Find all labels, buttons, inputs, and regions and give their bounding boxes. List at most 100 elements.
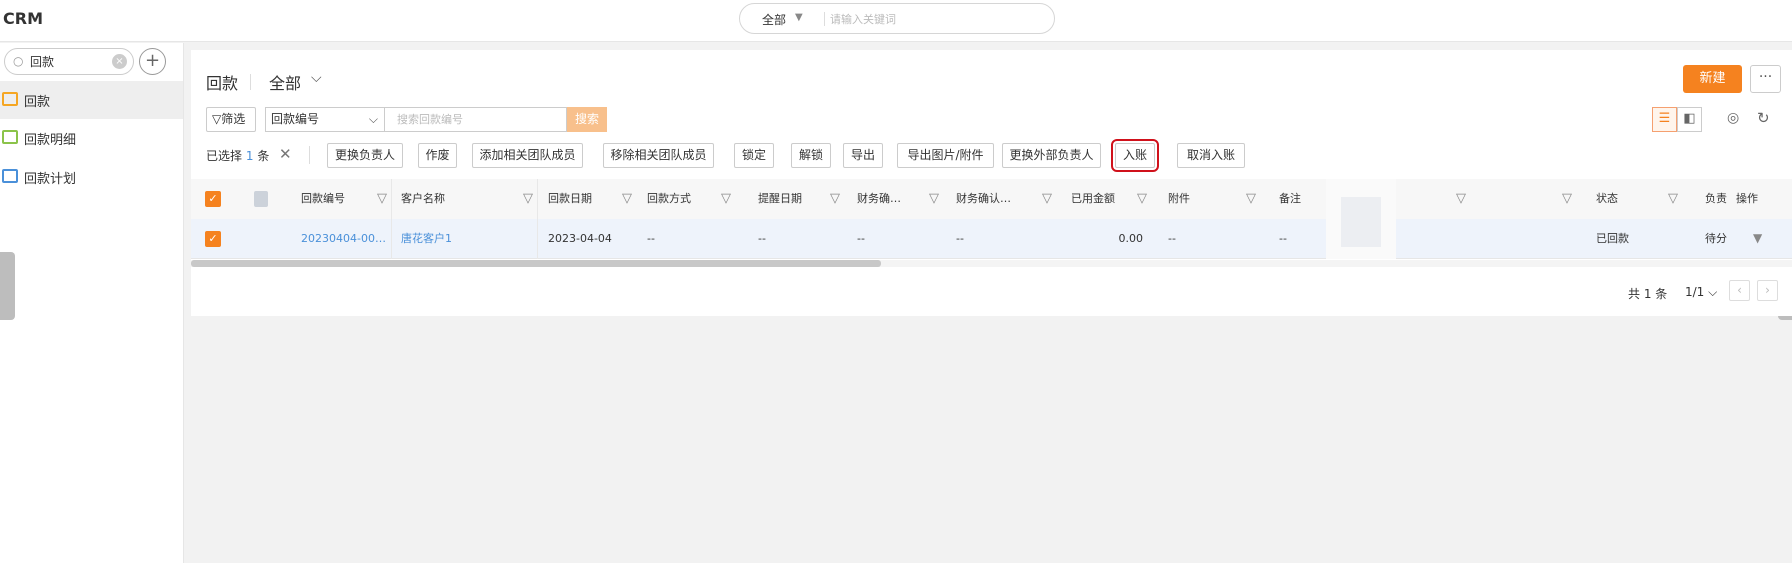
filter-icon[interactable]: ▽ (1246, 179, 1256, 219)
column-divider (537, 179, 538, 219)
chevron-right-icon: › (1765, 283, 1770, 297)
column-header-finance-confirm-1[interactable]: 财务确… ▽ (857, 179, 943, 219)
payment-icon (2, 92, 18, 106)
filter-icon[interactable]: ▽ (1562, 179, 1572, 219)
column-header-status[interactable]: 状态 ▽ (1596, 179, 1682, 219)
chevron-left-icon: ‹ (1737, 283, 1742, 297)
filter-icon[interactable]: ▽ (1137, 179, 1147, 219)
void-button[interactable]: 作废 (418, 143, 457, 168)
title-divider (250, 74, 251, 90)
main-panel: 回款 全部 ⌵ 新建 ··· ▽筛选 回款编号 ⌵ 搜索 ☰ ◧ ◎ ↻ 已选择… (191, 50, 1792, 316)
cell-status: 已回款 (1596, 232, 1629, 245)
search-field-label: 回款编号 (271, 112, 320, 126)
column-header-payment-no[interactable]: 回款编号 ▽ (301, 179, 391, 219)
chevron-down-icon[interactable]: ⌵ (311, 70, 322, 86)
filter-label: 筛选 (221, 112, 246, 126)
sidebar-item-label: 回款明细 (24, 133, 77, 148)
table-header: ✓ 回款编号 ▽ 客户名称 ▽ 回款日期 ▽ 回款方式 ▽ 提醒日期 ▽ 财务确… ▽ 财务… (191, 179, 1792, 219)
list-view-icon[interactable]: ☰ (1652, 107, 1677, 132)
prev-page-button[interactable]: ‹ (1729, 280, 1750, 301)
column-label: 财务确认… (956, 192, 1011, 205)
table-row[interactable]: ✓ 20230404-00… 唐花客户1 2023-04-04 -- -- --… (191, 219, 1792, 259)
column-header-finance-confirm-2[interactable]: 财务确认… ▽ (956, 179, 1056, 219)
filter-icon[interactable]: ▽ (377, 179, 387, 219)
unlock-button[interactable]: 解锁 (791, 143, 831, 168)
pager-page-select[interactable]: 1/1 ⌵ (1685, 285, 1717, 300)
change-owner-button[interactable]: 更换负责人 (327, 143, 403, 168)
filter-icon[interactable]: ▽ (1456, 179, 1466, 219)
horizontal-scrollbar-thumb[interactable] (191, 260, 881, 267)
filter-icon[interactable]: ▽ (622, 179, 632, 219)
post-entry-button[interactable]: 入账 (1111, 139, 1159, 172)
search-divider (824, 12, 825, 26)
column-label: 客户名称 (401, 192, 445, 205)
column-header-payment-date[interactable]: 回款日期 ▽ (548, 179, 636, 219)
global-search-input[interactable] (830, 8, 1040, 30)
export-images-button[interactable]: 导出图片/附件 (897, 143, 994, 168)
column-header-remind-date[interactable]: 提醒日期 ▽ (758, 179, 844, 219)
sidebar-search-input[interactable] (30, 52, 110, 71)
remove-team-member-button[interactable]: 移除相关团队成员 (603, 143, 714, 168)
split-view-icon[interactable]: ◧ (1677, 107, 1702, 132)
row-actions-caret-icon[interactable]: ▼ (1753, 231, 1762, 245)
filter-icon[interactable]: ▽ (523, 179, 533, 219)
view-select[interactable]: 全部 (269, 70, 301, 94)
column-label: 回款日期 (548, 192, 592, 205)
column-label: 备注 (1279, 192, 1301, 205)
search-field-select[interactable]: 回款编号 ⌵ (265, 107, 384, 132)
sidebar-item-payment-plan[interactable]: 回款计划 (0, 158, 183, 196)
page-title: 回款 (206, 74, 239, 93)
column-header-actions: 操作 (1736, 179, 1776, 219)
column-header-owner[interactable]: 负责 (1705, 179, 1735, 219)
search-icon: ○ (13, 54, 24, 68)
filter-button[interactable]: ▽筛选 (206, 107, 256, 132)
top-bar: CRM 全部 ▼ (0, 0, 1792, 42)
search-button[interactable]: 搜索 (567, 107, 607, 132)
payment-plan-icon (2, 169, 18, 183)
selection-suffix: 条 (257, 149, 270, 163)
sidebar-item-payment-detail[interactable]: 回款明细 (0, 119, 183, 157)
column-header-attachment[interactable]: 附件 ▽ (1168, 179, 1260, 219)
export-button[interactable]: 导出 (843, 143, 883, 168)
column-header-customer[interactable]: 客户名称 ▽ (401, 179, 537, 219)
settings-icon[interactable]: ◎ (1727, 110, 1739, 126)
add-team-member-button[interactable]: 添加相关团队成员 (472, 143, 583, 168)
chevron-down-icon: ⌵ (368, 112, 378, 126)
selection-count: 1 (245, 149, 254, 163)
row-checkbox[interactable]: ✓ (205, 231, 221, 247)
sidebar: ○ × + 回款 回款明细 回款计划 (0, 43, 184, 563)
pager-page-label: 1/1 (1685, 285, 1705, 299)
lock-button[interactable]: 锁定 (734, 143, 774, 168)
add-icon[interactable]: + (139, 48, 166, 75)
filter-icon[interactable]: ▽ (1668, 179, 1678, 219)
close-icon[interactable]: ✕ (279, 145, 292, 163)
column-label: 回款编号 (301, 192, 345, 205)
next-page-button[interactable]: › (1757, 280, 1778, 301)
search-scope-select[interactable]: 全部 (762, 11, 786, 28)
filter-icon: ▽ (212, 112, 222, 126)
filter-icon[interactable]: ▽ (830, 179, 840, 219)
column-divider (391, 219, 392, 259)
filter-icon[interactable]: ▽ (721, 179, 731, 219)
left-collapse-handle[interactable] (0, 252, 15, 320)
refresh-icon[interactable]: ↻ (1757, 109, 1770, 127)
more-button[interactable]: ··· (1750, 65, 1781, 93)
change-external-owner-button[interactable]: 更换外部负责人 (1002, 143, 1101, 168)
column-header-used-amount[interactable]: 已用金额 ▽ (1071, 179, 1151, 219)
cell-customer[interactable]: 唐花客户1 (401, 219, 531, 259)
column-divider (391, 179, 392, 219)
column-header-payment-method[interactable]: 回款方式 ▽ (647, 179, 735, 219)
new-button[interactable]: 新建 (1683, 65, 1742, 93)
search-input[interactable] (384, 107, 567, 132)
select-all-checkbox[interactable]: ✓ (205, 191, 221, 207)
sidebar-item-label: 回款 (24, 95, 51, 110)
cancel-entry-button[interactable]: 取消入账 (1177, 143, 1245, 168)
column-label: 附件 (1168, 192, 1190, 205)
clear-icon[interactable]: × (112, 54, 127, 69)
filter-icon[interactable]: ▽ (1042, 179, 1052, 219)
caret-down-icon[interactable]: ▼ (795, 12, 803, 23)
column-label: 状态 (1596, 192, 1618, 205)
sidebar-item-payment[interactable]: 回款 (0, 81, 183, 119)
filter-icon[interactable]: ▽ (929, 179, 939, 219)
cell-payment-no[interactable]: 20230404-00… (301, 219, 389, 259)
